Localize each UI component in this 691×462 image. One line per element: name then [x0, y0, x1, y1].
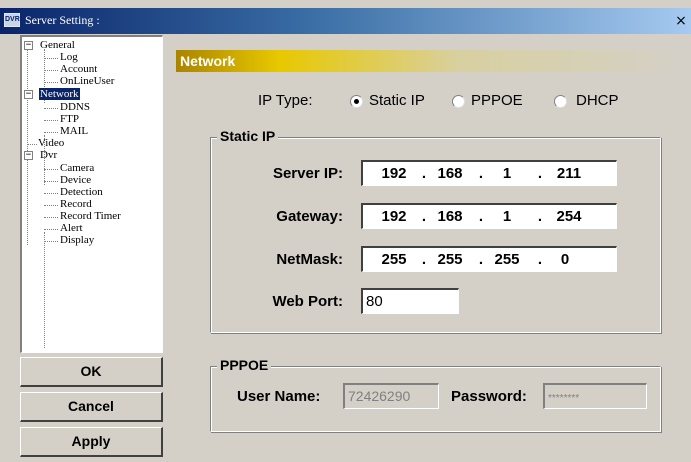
user-name-field[interactable]: 72426290 — [343, 383, 439, 409]
pppoe-radio[interactable] — [452, 95, 465, 108]
tree-item-label: Camera — [60, 162, 95, 174]
tree-item-label: Record — [60, 198, 92, 210]
tree-item-label: Video — [38, 137, 65, 149]
ip-type-label: IP Type: — [258, 92, 313, 109]
password-label: Password: — [451, 388, 527, 405]
user-name-label: User Name: — [237, 388, 321, 405]
gateway-label: Gateway: — [276, 208, 343, 225]
server-ip-field[interactable]: 192 . 168 . 1 . 211 — [361, 160, 617, 186]
ip-octet: 0 — [560, 251, 570, 268]
ip-octet: 255 — [437, 251, 463, 268]
tree-connector — [44, 181, 58, 182]
cancel-button[interactable]: Cancel — [20, 392, 163, 422]
ip-octet: 1 — [502, 208, 512, 225]
ok-button[interactable]: OK — [20, 357, 163, 387]
app-icon: DVR — [4, 13, 20, 27]
tree-connector — [27, 144, 37, 145]
collapse-icon[interactable]: − — [24, 90, 33, 99]
web-port-field[interactable]: 80 — [361, 288, 459, 314]
section-title: Network — [180, 53, 236, 69]
pppoe-option-label[interactable]: PPPOE — [471, 92, 523, 109]
tree-connector — [44, 108, 58, 109]
ip-octet: 192 — [381, 165, 407, 182]
tree-item-label: Record Timer — [60, 210, 121, 222]
collapse-icon[interactable]: − — [24, 151, 33, 160]
tree-item-label: Network — [39, 88, 80, 101]
tree-connector — [44, 70, 58, 71]
settings-tree: − General Log Account OnLineUser − Netwo… — [20, 35, 163, 353]
ip-separator: . — [537, 165, 543, 182]
tree-item-label: MAIL — [60, 125, 89, 137]
tree-connector — [44, 229, 58, 230]
tree-connector — [44, 232, 45, 348]
ip-octet: 192 — [381, 208, 407, 225]
tree-connector — [44, 241, 58, 242]
ip-octet: 211 — [556, 165, 582, 182]
tree-item-label: Dvr — [40, 149, 58, 161]
ip-octet: 1 — [502, 165, 512, 182]
tree-connector — [44, 82, 58, 83]
tree-connector — [27, 49, 28, 245]
tree-item-label: FTP — [60, 113, 79, 125]
radio-selected-dot — [354, 99, 359, 104]
password-mask: ******** — [548, 393, 580, 404]
close-icon[interactable]: × — [673, 13, 689, 29]
window-title: Server Setting : — [25, 13, 100, 27]
tree-item-label: DDNS — [60, 101, 90, 113]
tree-item-label: Display — [60, 234, 95, 246]
static-ip-radio[interactable] — [350, 95, 363, 108]
pppoe-legend: PPPOE — [217, 357, 272, 373]
tree-item-label: Alert — [60, 222, 83, 234]
netmask-field[interactable]: 255 . 255 . 255 . 0 — [361, 246, 617, 272]
ip-separator: . — [537, 208, 543, 225]
static-ip-option-label[interactable]: Static IP — [369, 92, 425, 109]
server-ip-label: Server IP: — [272, 165, 343, 182]
tree-item-label: Log — [60, 51, 78, 63]
password-field[interactable]: ******** — [543, 383, 647, 409]
ip-octet: 254 — [556, 208, 582, 225]
web-port-label: Web Port: — [272, 293, 343, 310]
gateway-field[interactable]: 192 . 168 . 1 . 254 — [361, 203, 617, 229]
ip-octet: 168 — [437, 165, 463, 182]
tree-connector — [44, 169, 58, 170]
tree-connector — [44, 120, 58, 121]
server-setting-window: DVR Server Setting : × − General Log Acc… — [0, 0, 691, 462]
tree-connector — [44, 193, 58, 194]
tree-connector — [44, 205, 58, 206]
tree-connector — [44, 217, 58, 218]
tree-item-label: Account — [60, 63, 98, 75]
section-header: Network — [176, 50, 691, 72]
static-ip-legend: Static IP — [217, 128, 279, 144]
title-bar[interactable]: DVR Server Setting : × — [0, 8, 691, 34]
netmask-label: NetMask: — [276, 251, 343, 268]
ip-octet: 255 — [381, 251, 407, 268]
tree-item-label: General — [40, 39, 75, 51]
tree-item-label: Detection — [60, 186, 103, 198]
tree-connector — [44, 58, 58, 59]
apply-button[interactable]: Apply — [20, 427, 163, 457]
tree-item-label: OnLineUser — [60, 75, 115, 87]
collapse-icon[interactable]: − — [24, 41, 33, 50]
tree-connector — [44, 132, 58, 133]
ip-octet: 168 — [437, 208, 463, 225]
tree-item-label: Device — [60, 174, 92, 186]
ip-octet: 255 — [494, 251, 520, 268]
dhcp-option-label[interactable]: DHCP — [576, 92, 619, 109]
dhcp-radio[interactable] — [554, 95, 567, 108]
